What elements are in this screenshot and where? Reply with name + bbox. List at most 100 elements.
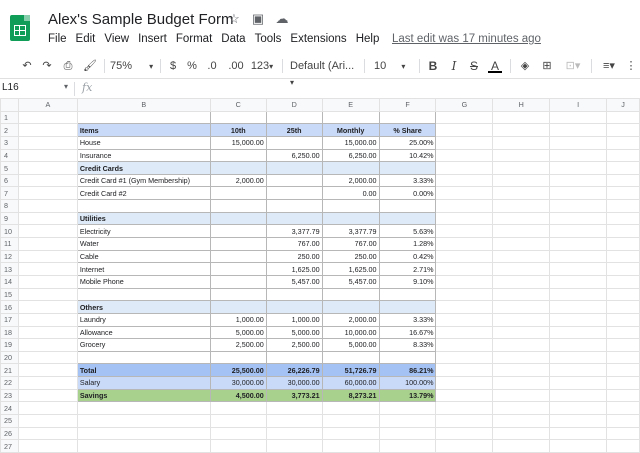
table-cell[interactable] (435, 110, 494, 125)
table-cell[interactable] (435, 401, 494, 416)
table-cell[interactable]: 3,377.79 (265, 224, 323, 239)
table-cell[interactable] (606, 439, 640, 453)
table-cell[interactable]: Utilities (76, 211, 211, 226)
sheets-logo-icon[interactable] (10, 15, 30, 41)
table-cell[interactable]: Water (76, 237, 211, 251)
fill-color-icon[interactable]: ◈ (518, 58, 532, 74)
table-cell[interactable]: 1,000.00 (265, 312, 323, 327)
table-cell[interactable] (435, 312, 494, 327)
table-cell[interactable] (606, 376, 640, 390)
table-cell[interactable] (549, 401, 608, 416)
table-cell[interactable]: 25,500.00 (209, 363, 267, 378)
table-cell[interactable] (17, 376, 78, 390)
table-cell[interactable] (435, 148, 494, 163)
table-cell[interactable] (378, 110, 437, 125)
table-cell[interactable] (492, 224, 551, 239)
table-cell[interactable] (321, 439, 380, 453)
row-header[interactable]: 12 (0, 249, 19, 264)
select-all-corner[interactable] (0, 98, 19, 112)
table-cell[interactable]: 0.42% (378, 249, 437, 264)
table-cell[interactable] (76, 110, 211, 125)
table-cell[interactable] (492, 211, 551, 226)
table-cell[interactable] (492, 110, 551, 125)
row-header[interactable]: 19 (0, 338, 19, 352)
table-cell[interactable]: 5,457.00 (321, 274, 380, 289)
table-cell[interactable] (435, 300, 494, 314)
table-cell[interactable] (17, 173, 78, 188)
table-cell[interactable] (209, 287, 267, 302)
table-cell[interactable] (321, 110, 380, 125)
table-cell[interactable] (17, 199, 78, 213)
table-cell[interactable]: % Share (378, 123, 437, 137)
menu-view[interactable]: View (104, 33, 129, 45)
table-cell[interactable]: 2,000.00 (321, 173, 380, 188)
table-cell[interactable] (606, 186, 640, 201)
table-cell[interactable] (435, 363, 494, 378)
table-cell[interactable] (17, 186, 78, 201)
column-header[interactable]: I (549, 98, 608, 112)
table-cell[interactable] (492, 350, 551, 365)
table-cell[interactable] (606, 401, 640, 416)
table-cell[interactable] (606, 388, 640, 403)
column-header[interactable]: G (435, 98, 494, 112)
menu-insert[interactable]: Insert (138, 33, 167, 45)
table-cell[interactable] (265, 199, 323, 213)
table-cell[interactable] (378, 401, 437, 416)
table-cell[interactable]: 4,500.00 (209, 388, 267, 403)
row-header[interactable]: 23 (0, 388, 19, 403)
table-cell[interactable] (549, 300, 608, 314)
table-cell[interactable]: 10th (209, 123, 267, 137)
table-cell[interactable] (435, 199, 494, 213)
table-cell[interactable] (17, 237, 78, 251)
table-cell[interactable] (606, 161, 640, 175)
table-cell[interactable] (76, 287, 211, 302)
table-cell[interactable] (435, 414, 494, 428)
table-cell[interactable]: 767.00 (265, 237, 323, 251)
strikethrough-button[interactable]: S (467, 58, 481, 74)
table-cell[interactable]: Others (76, 300, 211, 314)
table-cell[interactable]: 5.63% (378, 224, 437, 239)
table-cell[interactable] (378, 161, 437, 175)
menu-data[interactable]: Data (221, 33, 245, 45)
table-cell[interactable] (209, 237, 267, 251)
table-cell[interactable] (209, 199, 267, 213)
table-cell[interactable] (606, 173, 640, 188)
table-cell[interactable] (549, 186, 608, 201)
table-cell[interactable] (265, 439, 323, 453)
table-cell[interactable] (606, 123, 640, 137)
table-cell[interactable] (549, 237, 608, 251)
table-cell[interactable] (606, 325, 640, 340)
table-cell[interactable]: 26,226.79 (265, 363, 323, 378)
table-cell[interactable] (265, 173, 323, 188)
table-cell[interactable]: Insurance (76, 148, 211, 163)
table-cell[interactable]: Allowance (76, 325, 211, 340)
table-cell[interactable] (378, 287, 437, 302)
table-cell[interactable] (265, 401, 323, 416)
table-cell[interactable] (435, 262, 494, 276)
table-cell[interactable] (606, 135, 640, 150)
table-cell[interactable] (492, 312, 551, 327)
table-cell[interactable] (209, 274, 267, 289)
table-cell[interactable]: Cable (76, 249, 211, 264)
font-size-select[interactable]: 10 ▾ (374, 58, 414, 74)
table-cell[interactable] (549, 249, 608, 264)
table-cell[interactable]: 3,377.79 (321, 224, 380, 239)
table-cell[interactable] (549, 312, 608, 327)
text-color-button[interactable]: A (488, 58, 502, 73)
table-cell[interactable] (435, 350, 494, 365)
table-cell[interactable] (606, 350, 640, 365)
row-header[interactable]: 1 (0, 110, 19, 125)
table-cell[interactable]: 100.00% (378, 376, 437, 390)
row-header[interactable]: 6 (0, 173, 19, 188)
row-header[interactable]: 22 (0, 376, 19, 390)
table-cell[interactable]: 2.71% (378, 262, 437, 276)
table-cell[interactable] (209, 224, 267, 239)
table-cell[interactable]: Laundry (76, 312, 211, 327)
table-cell[interactable]: 0.00 (321, 186, 380, 201)
table-cell[interactable]: 6,250.00 (265, 148, 323, 163)
table-cell[interactable] (492, 135, 551, 150)
table-cell[interactable] (549, 350, 608, 365)
table-cell[interactable] (435, 426, 494, 441)
table-cell[interactable] (17, 426, 78, 441)
table-cell[interactable]: 5,000.00 (265, 325, 323, 340)
